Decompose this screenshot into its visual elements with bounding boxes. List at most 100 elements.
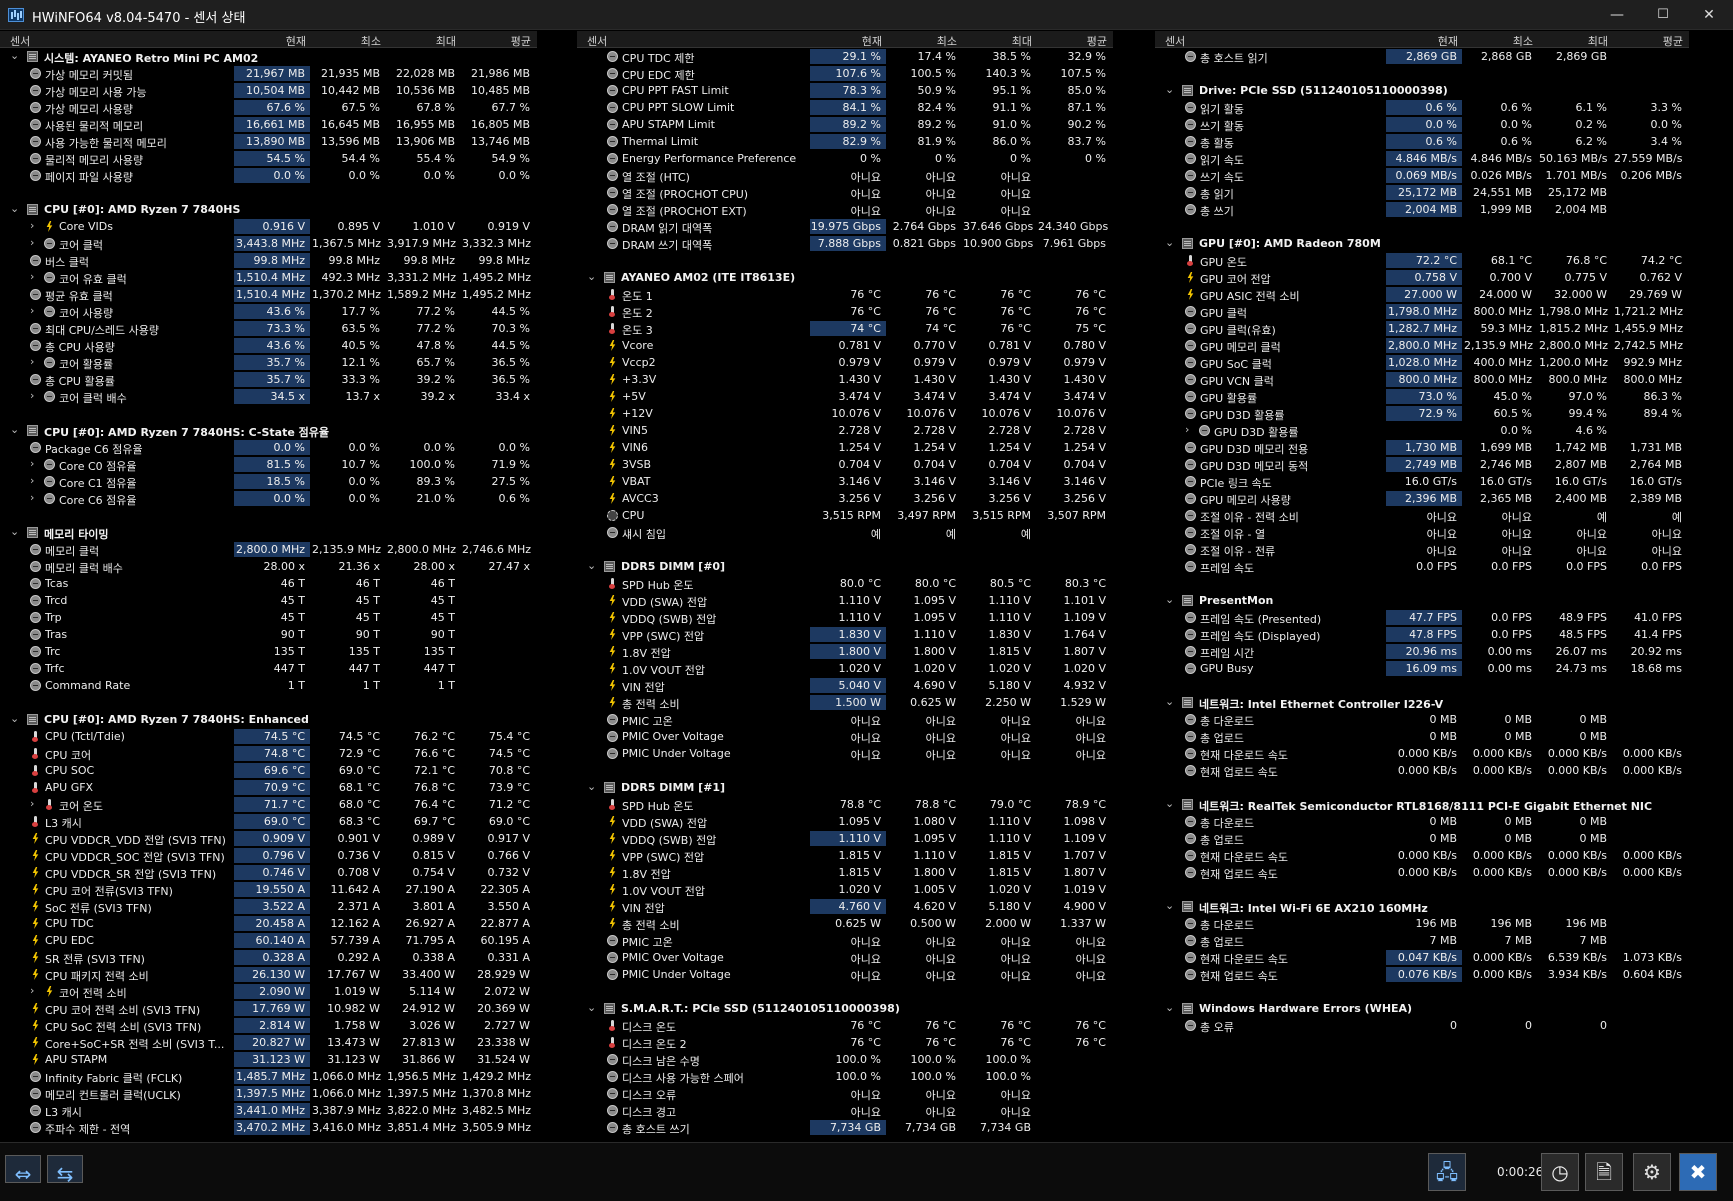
sensor-row[interactable]: 현재 다운로드 속도 0.000 KB/s 0.000 KB/s 0.000 KB/s… bbox=[1155, 847, 1689, 864]
expand-chevron-icon[interactable]: › bbox=[30, 219, 34, 232]
header-min[interactable]: 최소 bbox=[888, 33, 957, 49]
sensor-row[interactable]: 메모리 클럭 2,800.0 MHz 2,135.9 MHz 2,800.0 MHz 2… bbox=[0, 541, 537, 558]
sensor-row[interactable]: CPU VDDCR_SR 전압 (SVI3 TFN) 0.746 V 0.708 V… bbox=[0, 864, 537, 881]
sensor-row[interactable]: 총 전력 소비 0.625 W 0.500 W 2.000 W 1.337 W bbox=[577, 915, 1113, 932]
sensor-row[interactable]: 3VSB 0.704 V 0.704 V 0.704 V 0.704 V bbox=[577, 456, 1113, 473]
collapse-chevron-icon[interactable]: ⌄ bbox=[10, 202, 19, 215]
expand-chevron-icon[interactable]: › bbox=[30, 355, 34, 368]
sensor-row[interactable]: 총 전력 소비 1.500 W 0.625 W 2.250 W 1.529 W bbox=[577, 694, 1113, 711]
sensor-row[interactable]: 총 쓰기 2,004 MB 1,999 MB 2,004 MB bbox=[1155, 201, 1689, 218]
sensor-group-header[interactable]: ⌄ CPU [#0]: AMD Ryzen 7 7840HS: C-State 점… bbox=[0, 422, 537, 439]
sensor-row[interactable]: SoC 전류 (SVI3 TFN) 3.522 A 2.371 A 3.801 A 3.… bbox=[0, 898, 537, 915]
collapse-chevron-icon[interactable]: ⌄ bbox=[1165, 236, 1174, 249]
sensor-row[interactable]: 현재 업로드 속도 0.000 KB/s 0.000 KB/s 0.000 KB/s 0… bbox=[1155, 864, 1689, 881]
exit-button[interactable]: ✖ bbox=[1679, 1153, 1717, 1191]
sensor-row[interactable]: 총 업로드 0 MB 0 MB 0 MB bbox=[1155, 830, 1689, 847]
header-min[interactable]: 최소 bbox=[312, 33, 381, 49]
sensor-row[interactable]: 읽기 속도 4.846 MB/s 4.846 MB/s 50.163 MB/s 27.5… bbox=[1155, 150, 1689, 167]
sensor-row[interactable]: 열 조절 (PROCHOT CPU) 아니요 아니요 아니요 bbox=[577, 184, 1113, 201]
sensor-row[interactable]: › Core C6 점유율 0.0 % 0.0 % 21.0 % 0.6 % bbox=[0, 490, 537, 507]
sensor-row[interactable]: 총 다운로드 0 MB 0 MB 0 MB bbox=[1155, 711, 1689, 728]
sensor-row[interactable]: 디스크 사용 가능한 스페어 100.0 % 100.0 % 100.0 % bbox=[577, 1068, 1113, 1085]
sensor-group-header[interactable]: ⌄ 네트워크: Intel Wi-Fi 6E AX210 160MHz bbox=[1155, 898, 1689, 915]
expand-chevron-icon[interactable]: › bbox=[1185, 423, 1189, 436]
sensor-row[interactable]: L3 캐시 69.0 °C 68.3 °C 69.7 °C 69.0 °C bbox=[0, 813, 537, 830]
sensor-row[interactable]: CPU PPT FAST Limit 78.3 % 50.9 % 95.1 % 85.0… bbox=[577, 82, 1113, 99]
sensor-row[interactable]: Energy Performance Preference 0 % 0 % 0 % 0 … bbox=[577, 150, 1113, 167]
sensor-row[interactable]: CPU EDC 제한 107.6 % 100.5 % 140.3 % 107.5 % bbox=[577, 65, 1113, 82]
sensor-group-header[interactable]: ⌄ 메모리 타이밍 bbox=[0, 524, 537, 541]
sensor-row[interactable]: 조절 이유 - 열 아니요 아니요 아니요 아니요 bbox=[1155, 524, 1689, 541]
sensor-row[interactable]: CPU EDC 60.140 A 57.739 A 71.795 A 60.195 A bbox=[0, 932, 537, 949]
sensor-row[interactable]: 섀시 침입 예 예 예 bbox=[577, 524, 1113, 541]
expand-chevron-icon[interactable]: › bbox=[30, 457, 34, 470]
collapse-chevron-icon[interactable]: ⌄ bbox=[1165, 593, 1174, 606]
close-button[interactable]: ✕ bbox=[1686, 0, 1732, 30]
sensor-row[interactable]: GPU 메모리 클럭 2,800.0 MHz 2,135.9 MHz 2,800.0 … bbox=[1155, 337, 1689, 354]
sensor-row[interactable]: PMIC Over Voltage 아니요 아니요 아니요 아니요 bbox=[577, 728, 1113, 745]
sensor-row[interactable]: 프레임 시간 20.96 ms 0.00 ms 26.07 ms 20.92 ms bbox=[1155, 643, 1689, 660]
collapse-chevron-icon[interactable]: ⌄ bbox=[587, 559, 596, 572]
sensor-row[interactable]: 버스 클럭 99.8 MHz 99.8 MHz 99.8 MHz 99.8 MHz bbox=[0, 252, 537, 269]
sensor-row[interactable]: VIN6 1.254 V 1.254 V 1.254 V 1.254 V bbox=[577, 439, 1113, 456]
sensor-group-header[interactable]: ⌄ DDR5 DIMM [#1] bbox=[577, 779, 1113, 796]
sensor-row[interactable]: › 코어 전력 소비 2.090 W 1.019 W 5.114 W 2.072 W bbox=[0, 983, 537, 1000]
sensor-row[interactable]: 메모리 컨트롤러 클럭(UCLK) 1,397.5 MHz 1,066.0 MHz 1… bbox=[0, 1085, 537, 1102]
sensor-row[interactable]: VIN5 2.728 V 2.728 V 2.728 V 2.728 V bbox=[577, 422, 1113, 439]
sensor-row[interactable]: PCIe 링크 속도 16.0 GT/s 16.0 GT/s 16.0 GT/s 16.… bbox=[1155, 473, 1689, 490]
sensor-row[interactable]: 총 업로드 7 MB 7 MB 7 MB bbox=[1155, 932, 1689, 949]
sensor-group-header[interactable]: ⌄ Drive: PCIe SSD (511240105110000398) bbox=[1155, 82, 1689, 99]
sensor-row[interactable]: 총 호스트 읽기 2,869 GB 2,868 GB 2,869 GB bbox=[1155, 48, 1689, 65]
sensor-row[interactable]: GPU 메모리 사용량 2,396 MB 2,365 MB 2,400 MB 2,389… bbox=[1155, 490, 1689, 507]
header-current[interactable]: 현재 bbox=[1386, 33, 1458, 49]
collapse-chevron-icon[interactable]: ⌄ bbox=[587, 780, 596, 793]
logging-button[interactable]: 🗎 bbox=[1585, 1153, 1623, 1191]
sensor-row[interactable]: 총 업로드 0 MB 0 MB 0 MB bbox=[1155, 728, 1689, 745]
sensor-row[interactable]: PMIC Under Voltage 아니요 아니요 아니요 아니요 bbox=[577, 966, 1113, 983]
sensor-group-header[interactable]: ⌄ PresentMon bbox=[1155, 592, 1689, 609]
sensor-row[interactable]: PMIC 고온 아니요 아니요 아니요 아니요 bbox=[577, 711, 1113, 728]
sensor-row[interactable]: 사용 가능한 물리적 메모리 13,890 MB 13,596 MB 13,906 M… bbox=[0, 133, 537, 150]
expand-chevron-icon[interactable]: › bbox=[30, 236, 34, 249]
sensor-row[interactable]: Core+SoC+SR 전력 소비 (SVI3 T... 20.827 W 13.4… bbox=[0, 1034, 537, 1051]
sensor-row[interactable]: 총 읽기 25,172 MB 24,551 MB 25,172 MB bbox=[1155, 184, 1689, 201]
sensor-row[interactable]: CPU PPT SLOW Limit 84.1 % 82.4 % 91.1 % 87.1… bbox=[577, 99, 1113, 116]
sensor-row[interactable]: 온도 2 76 °C 76 °C 76 °C 76 °C bbox=[577, 303, 1113, 320]
sensor-group-header[interactable]: ⌄ DDR5 DIMM [#0] bbox=[577, 558, 1113, 575]
sensor-row[interactable]: GPU 코어 전압 0.758 V 0.700 V 0.775 V 0.762 V bbox=[1155, 269, 1689, 286]
sensor-row[interactable]: +12V 10.076 V 10.076 V 10.076 V 10.076 V bbox=[577, 405, 1113, 422]
sensor-row[interactable]: VBAT 3.146 V 3.146 V 3.146 V 3.146 V bbox=[577, 473, 1113, 490]
sensor-row[interactable]: › Core C0 점유율 81.5 % 10.7 % 100.0 % 71.9 % bbox=[0, 456, 537, 473]
sensor-row[interactable]: 디스크 온도 76 °C 76 °C 76 °C 76 °C bbox=[577, 1017, 1113, 1034]
sensor-row[interactable]: CPU SoC 전력 소비 (SVI3 TFN) 2.814 W 1.758 W 3.… bbox=[0, 1017, 537, 1034]
sensor-row[interactable]: L3 캐시 3,441.0 MHz 3,387.9 MHz 3,822.0 MHz 3,… bbox=[0, 1102, 537, 1119]
sensor-row[interactable]: VPP (SWC) 전압 1.815 V 1.110 V 1.815 V 1.707 V bbox=[577, 847, 1113, 864]
sensor-group-header[interactable]: ⌄ 네트워크: Intel Ethernet Controller I226-V bbox=[1155, 694, 1689, 711]
sensor-row[interactable]: › 코어 온도 71.7 °C 68.0 °C 76.4 °C 71.2 °C bbox=[0, 796, 537, 813]
sensor-row[interactable]: 최대 CPU/스레드 사용량 73.3 % 63.5 % 77.2 % 70.3 % bbox=[0, 320, 537, 337]
sensor-row[interactable]: APU STAPM 31.123 W 31.123 W 31.866 W 31.524 … bbox=[0, 1051, 537, 1068]
header-current[interactable]: 현재 bbox=[234, 33, 306, 49]
sensor-row[interactable]: GPU 클럭(유효) 1,282.7 MHz 59.3 MHz 1,815.2 MHz… bbox=[1155, 320, 1689, 337]
sensor-row[interactable]: 온도 1 76 °C 76 °C 76 °C 76 °C bbox=[577, 286, 1113, 303]
sensor-row[interactable]: GPU VCN 클럭 800.0 MHz 800.0 MHz 800.0 MHz 800… bbox=[1155, 371, 1689, 388]
sensor-row[interactable]: 주파수 제한 - 전역 3,470.2 MHz 3,416.0 MHz 3,851.4… bbox=[0, 1119, 537, 1136]
sensor-row[interactable]: 총 CPU 사용량 43.6 % 40.5 % 47.8 % 44.5 % bbox=[0, 337, 537, 354]
sensor-row[interactable]: PMIC Under Voltage 아니요 아니요 아니요 아니요 bbox=[577, 745, 1113, 762]
sensor-row[interactable]: GPU Busy 16.09 ms 0.00 ms 24.73 ms 18.68 ms bbox=[1155, 660, 1689, 677]
minimize-button[interactable]: — bbox=[1594, 0, 1640, 30]
sensor-row[interactable]: 현재 업로드 속도 0.076 KB/s 0.000 KB/s 3.934 KB/s 0… bbox=[1155, 966, 1689, 983]
collapse-chevron-icon[interactable]: ⌄ bbox=[1165, 695, 1174, 708]
header-max[interactable]: 최대 bbox=[1539, 33, 1608, 49]
collapse-chevron-icon[interactable]: ⌄ bbox=[10, 423, 19, 436]
sensor-row[interactable]: GPU SoC 클럭 1,028.0 MHz 400.0 MHz 1,200.0 MH… bbox=[1155, 354, 1689, 371]
sensor-row[interactable]: 사용된 물리적 메모리 16,661 MB 16,645 MB 16,955 MB 16… bbox=[0, 116, 537, 133]
sensor-row[interactable]: › 코어 클럭 배수 34.5 x 13.7 x 39.2 x 33.4 x bbox=[0, 388, 537, 405]
column-header[interactable]: 센서 현재 최소 최대 평균 bbox=[0, 31, 537, 48]
sensor-row[interactable]: 총 활동 0.6 % 0.6 % 6.2 % 3.4 % bbox=[1155, 133, 1689, 150]
sensor-column-3[interactable]: 센서 현재 최소 최대 평균 총 호스트 읽기 2,869 GB 2,868 GB 2,869 … bbox=[1155, 31, 1689, 1142]
sensor-group-header[interactable]: ⌄ AYANEO AM02 (ITE IT8613E) bbox=[577, 269, 1113, 286]
sensor-row[interactable]: 열 조절 (PROCHOT EXT) 아니요 아니요 아니요 bbox=[577, 201, 1113, 218]
maximize-button[interactable]: ☐ bbox=[1640, 0, 1686, 30]
sensor-row[interactable]: VDD (SWA) 전압 1.110 V 1.095 V 1.110 V 1.101 V bbox=[577, 592, 1113, 609]
